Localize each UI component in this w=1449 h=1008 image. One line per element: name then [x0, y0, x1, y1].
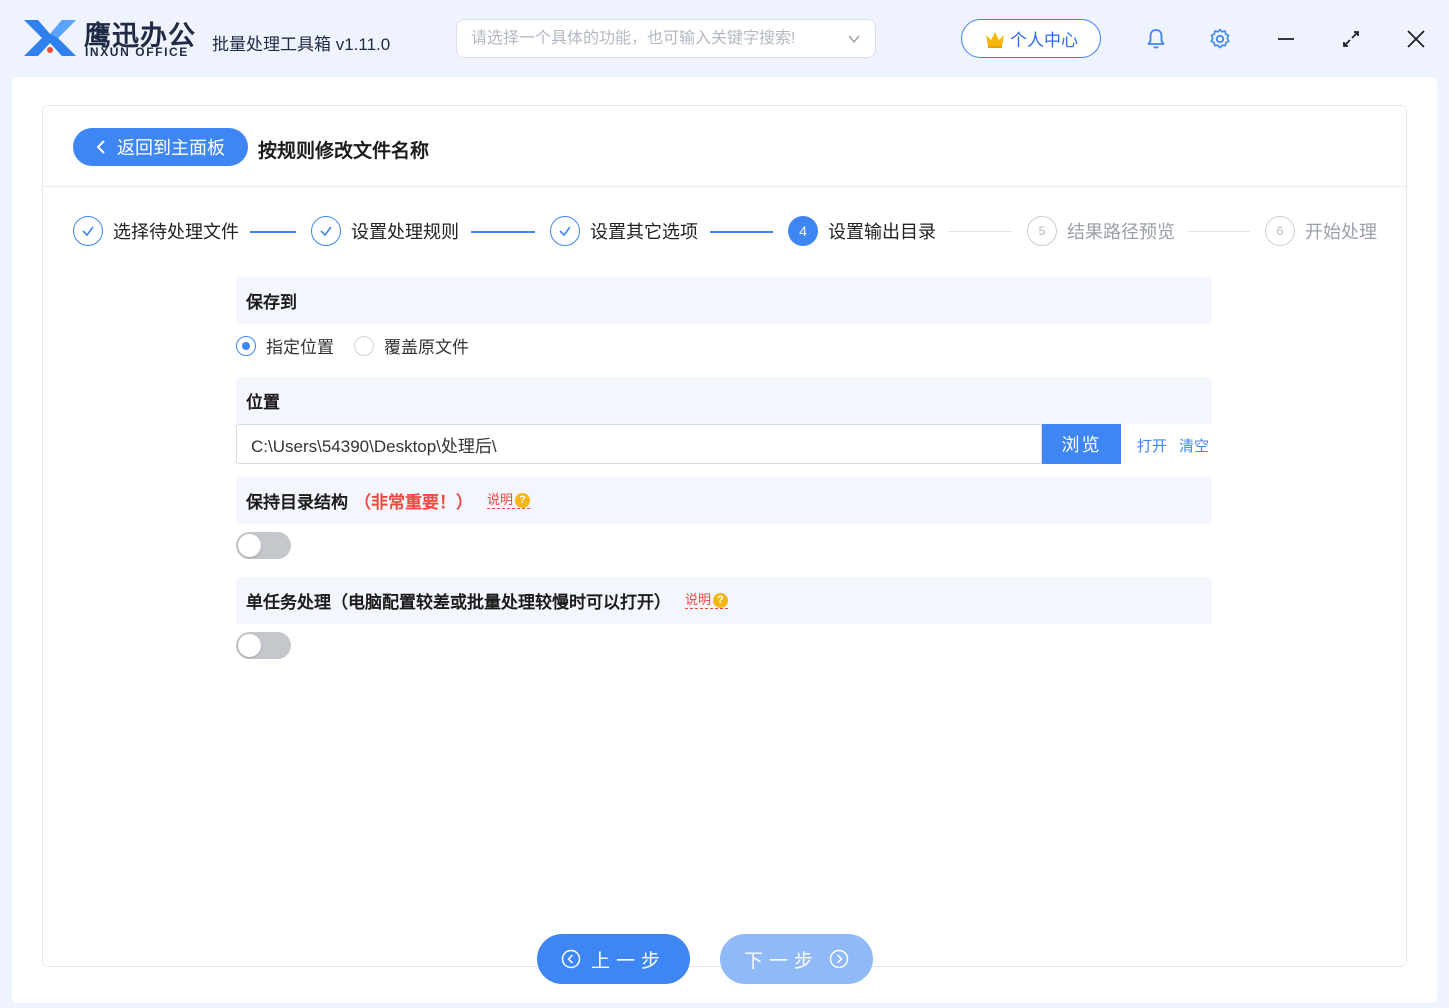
bell-icon[interactable] [1144, 27, 1168, 51]
step-set-rules: 设置处理规则 [311, 216, 459, 246]
radio-label: 覆盖原文件 [384, 338, 469, 357]
back-label: 返回到主面板 [117, 138, 225, 158]
step-label: 开始处理 [1305, 222, 1377, 242]
user-center-button[interactable]: 个人中心 [961, 19, 1101, 58]
browse-button[interactable]: 浏览 [1042, 424, 1121, 464]
help-link[interactable]: 说明 ? [685, 592, 729, 609]
step-connector [948, 231, 1012, 232]
save-to-heading: 保存到 [236, 277, 1212, 324]
inxun-logo-icon [24, 20, 76, 56]
step-number: 5 [1027, 216, 1057, 246]
step-connector [1187, 231, 1250, 232]
step-path-preview: 5 结果路径预览 [1027, 216, 1175, 246]
step-connector [710, 231, 773, 233]
toggle-knob [238, 534, 261, 557]
single-task-title: 单任务处理（电脑配置较差或批量处理较慢时可以打开） [246, 593, 671, 612]
previous-step-button[interactable]: 上一步 [537, 934, 690, 984]
minimize-icon[interactable] [1274, 27, 1298, 51]
check-icon [73, 216, 103, 246]
crown-icon [986, 31, 1004, 48]
location-title: 位置 [246, 393, 280, 412]
step-select-files: 选择待处理文件 [73, 216, 239, 246]
chevron-left-icon [96, 140, 105, 154]
circle-chevron-left-icon [561, 949, 581, 969]
step-label: 设置其它选项 [590, 222, 698, 242]
step-connector [471, 231, 535, 233]
check-icon [311, 216, 341, 246]
gear-icon[interactable] [1208, 27, 1232, 51]
toggle-knob [238, 634, 261, 657]
step-label: 设置输出目录 [828, 222, 936, 242]
step-output-dir: 4 设置输出目录 [788, 216, 936, 246]
previous-step-label: 上一步 [590, 950, 666, 972]
step-label: 设置处理规则 [351, 222, 459, 242]
radio-overwrite-original[interactable]: 覆盖原文件 [354, 333, 469, 358]
circle-chevron-right-icon [829, 949, 849, 969]
app-title: 批量处理工具箱 v1.11.0 [212, 35, 391, 54]
single-task-toggle[interactable] [236, 632, 291, 659]
header-divider [43, 186, 1406, 187]
back-to-main-button[interactable]: 返回到主面板 [73, 128, 248, 166]
radio-specified-location[interactable]: 指定位置 [236, 333, 334, 358]
single-task-heading: 单任务处理（电脑配置较差或批量处理较慢时可以打开） 说明 ? [236, 577, 1212, 624]
radio-label: 指定位置 [266, 338, 334, 357]
step-label: 结果路径预览 [1067, 222, 1175, 242]
title-bar: 鹰迅办公 INXUN OFFICE 批量处理工具箱 v1.11.0 个人中心 [0, 0, 1449, 78]
user-center-label: 个人中心 [1010, 31, 1078, 50]
help-label: 说明 [487, 492, 514, 507]
output-path-input[interactable] [236, 424, 1042, 464]
chevron-down-icon[interactable] [847, 32, 861, 46]
maximize-icon[interactable] [1339, 27, 1363, 51]
save-to-options: 指定位置 覆盖原文件 [236, 333, 489, 358]
step-start: 6 开始处理 [1265, 216, 1377, 246]
search-box[interactable] [456, 19, 876, 58]
step-number: 4 [788, 216, 818, 246]
page-title: 按规则修改文件名称 [258, 141, 430, 162]
save-to-title: 保存到 [246, 293, 297, 312]
open-folder-link[interactable]: 打开 [1137, 435, 1167, 456]
keep-structure-title: 保持目录结构 [246, 493, 348, 512]
search-input[interactable] [471, 28, 841, 50]
keep-structure-heading: 保持目录结构 （非常重要！） 说明 ? [236, 477, 1212, 524]
step-label: 选择待处理文件 [113, 222, 239, 242]
location-heading: 位置 [236, 377, 1212, 424]
close-icon[interactable] [1404, 27, 1428, 51]
brand-subtitle: INXUN OFFICE [85, 45, 189, 59]
help-link[interactable]: 说明 ? [487, 492, 531, 509]
question-icon: ? [713, 592, 729, 608]
help-label: 说明 [685, 592, 712, 607]
next-step-button[interactable]: 下一步 [720, 934, 873, 984]
question-icon: ? [515, 492, 531, 508]
keep-structure-toggle[interactable] [236, 532, 291, 559]
check-icon [550, 216, 580, 246]
step-number: 6 [1265, 216, 1295, 246]
step-connector [250, 231, 296, 233]
next-step-label: 下一步 [743, 950, 819, 972]
radio-dot[interactable] [236, 335, 256, 356]
step-other-options: 设置其它选项 [550, 216, 698, 246]
clear-path-link[interactable]: 清空 [1179, 435, 1209, 456]
location-row: 浏览 打开 清空 [236, 424, 1212, 464]
important-note: （非常重要！） [354, 493, 473, 512]
radio-dot[interactable] [354, 335, 374, 356]
